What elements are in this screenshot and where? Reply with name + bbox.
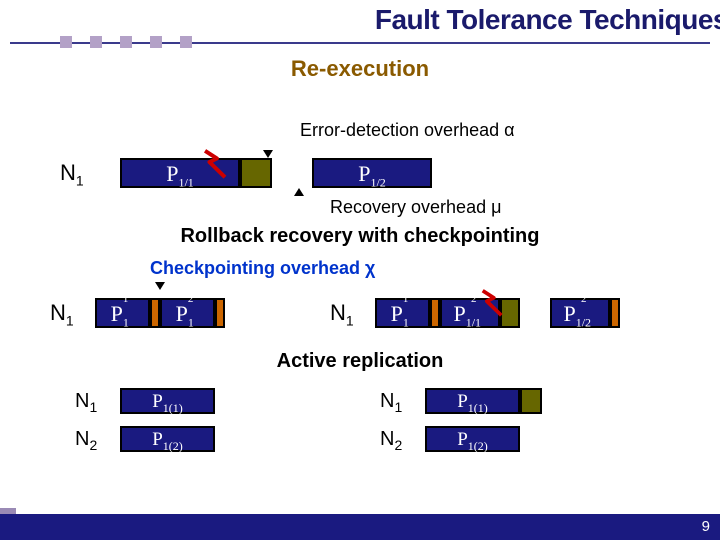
checkpointing-overhead-label: Checkpointing overhead χ [150, 258, 375, 278]
node-n1-rollback-left: N1 [50, 300, 74, 328]
bar-checkpoint-4 [610, 298, 620, 328]
node-ar-right-n2: N2 [380, 428, 402, 453]
bar-ar-right-p12: P1(2) [425, 426, 520, 452]
bar-ar-left-p11: P1(1) [120, 388, 215, 414]
bar-rb-left-p1: P11 [95, 298, 150, 328]
bar-rb-left-p2: P12 [160, 298, 215, 328]
footer-bar: 9 [0, 514, 720, 540]
label-rb-left-p1: P11 [97, 301, 148, 330]
label-ar-right-p11: P1(1) [427, 391, 518, 416]
bar-ar-left-p12: P1(2) [120, 426, 215, 452]
label-rb-right-p1: P11 [377, 301, 428, 330]
bar-rb-right-p1: P11 [375, 298, 430, 328]
page-number: 9 [702, 518, 710, 535]
label-ar-left-p11: P1(1) [122, 391, 213, 416]
recovery-overhead-label: Recovery overhead μ [330, 197, 501, 217]
bar-rb-gap [520, 298, 550, 328]
label-rb-left-p2: P12 [162, 301, 213, 330]
bar-rb-right-p22: P1/22 [550, 298, 610, 328]
node-n1-rollback-right: N1 [330, 300, 354, 328]
arrow-recovery-overhead [294, 188, 304, 196]
arrow-error-overhead [263, 150, 273, 158]
node-ar-left-n2: N2 [75, 428, 97, 453]
bar-checkpoint-1 [150, 298, 160, 328]
label-p12: P1/2 [314, 161, 430, 190]
bar-checkpoint-3 [430, 298, 440, 328]
label-rb-right-p22: P1/22 [552, 301, 608, 330]
node-n1-reexec: N1 [60, 160, 84, 188]
label-ar-right-p12: P1(2) [427, 429, 518, 454]
bar-p12: P1/2 [312, 158, 432, 188]
fault-spark-icon-2 [475, 284, 509, 321]
fault-spark-icon [197, 144, 233, 183]
error-detection-label: Error-detection overhead α [300, 120, 515, 140]
label-ar-left-p12: P1(2) [122, 429, 213, 454]
bar-error-overhead [240, 158, 272, 188]
decorative-dot-row [0, 36, 720, 48]
bar-ar-right-error [520, 388, 542, 414]
section-reexecution-title: Re-execution [0, 56, 720, 82]
section-activerep-title: Active replication [277, 350, 444, 372]
arrow-checkpoint-overhead [155, 282, 165, 290]
node-ar-left-n1: N1 [75, 390, 97, 415]
section-rollback-title: Rollback recovery with checkpointing [180, 225, 539, 247]
bar-recovery-gap [272, 158, 312, 188]
bar-checkpoint-2 [215, 298, 225, 328]
bar-ar-right-p11: P1(1) [425, 388, 520, 414]
node-ar-right-n1: N1 [380, 390, 402, 415]
